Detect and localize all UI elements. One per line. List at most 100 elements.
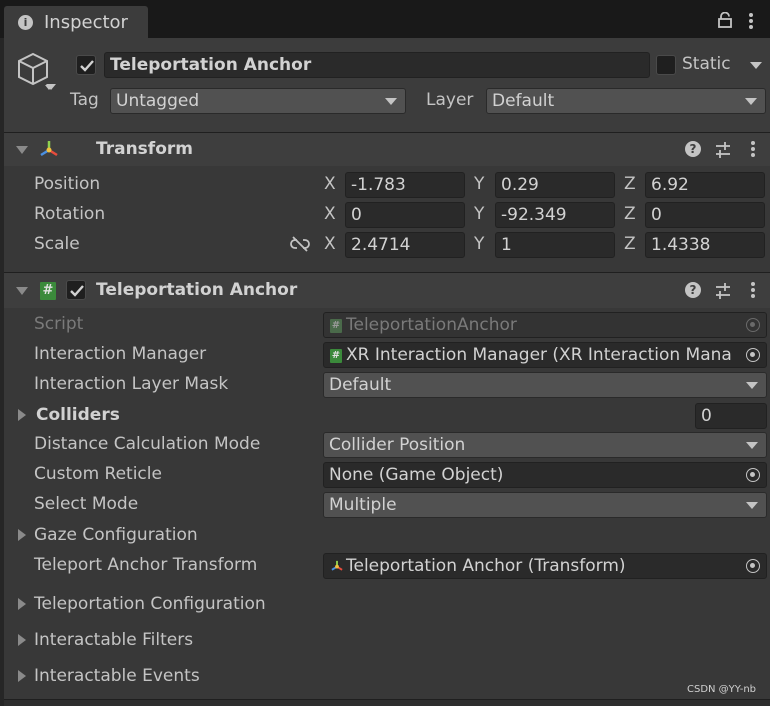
transform-title: Transform [96,139,193,159]
axis-x-label[interactable]: X [324,174,336,194]
custom-reticle-field[interactable]: None (Game Object) [323,462,767,488]
gaze-configuration-label[interactable]: Gaze Configuration [34,525,198,545]
script-value: TeleportationAnchor [346,315,517,335]
teleport-config-label[interactable]: Teleportation Configuration [34,594,266,614]
layer-label: Layer [426,90,474,110]
position-y-field[interactable]: 0.29 [495,172,615,198]
lock-icon[interactable] [718,12,732,28]
custom-reticle-label: Custom Reticle [34,464,162,484]
layer-mask-value: Default [329,375,392,395]
gaze-foldout-icon[interactable] [18,529,26,541]
help-icon[interactable]: ? [685,282,701,298]
static-dropdown-arrow[interactable] [750,62,762,69]
scale-label: Scale [34,234,80,254]
icon-dropdown-arrow[interactable] [46,84,56,90]
static-checkbox[interactable] [656,55,676,75]
foldout-arrow-icon[interactable] [16,146,28,154]
axis-x-label[interactable]: X [324,204,336,224]
help-icon[interactable]: ? [685,141,701,157]
object-picker-icon[interactable] [746,348,760,362]
scale-y-field[interactable]: 1 [495,232,615,258]
axis-y-label[interactable]: Y [474,204,484,224]
rotation-x-field[interactable]: 0 [345,202,465,228]
presets-icon[interactable] [714,282,732,300]
tag-value: Untagged [116,91,200,111]
anchor-transform-value: Teleportation Anchor (Transform) [346,556,626,576]
axis-x-label[interactable]: X [324,234,336,254]
distance-mode-dropdown[interactable]: Collider Position [323,432,767,458]
scale-z-field[interactable]: 1.4338 [645,232,765,258]
script-field: # TeleportationAnchor [323,312,767,338]
watermark: CSDN @YY-nb [686,684,756,695]
axis-z-label[interactable]: Z [624,234,636,254]
distance-mode-label: Distance Calculation Mode [34,434,261,454]
axis-z-label[interactable]: Z [624,204,636,224]
chevron-down-icon [385,98,397,105]
static-label: Static [682,54,731,74]
transform-axis-icon [331,560,343,571]
script-icon: # [40,282,56,300]
active-checkbox[interactable] [76,55,96,75]
presets-icon[interactable] [714,141,732,159]
colliders-foldout-icon[interactable] [18,409,26,421]
interactable-events-label[interactable]: Interactable Events [34,666,200,686]
rotation-z-field[interactable]: 0 [645,202,765,228]
object-picker-icon[interactable] [746,559,760,573]
kebab-menu-icon[interactable] [748,12,754,30]
teleport-config-foldout-icon[interactable] [18,598,26,610]
unlink-scale-icon[interactable] [290,236,310,252]
script-icon: # [330,349,342,363]
distance-mode-value: Collider Position [329,435,466,455]
interaction-manager-field[interactable]: # XR Interaction Manager (XR Interaction… [323,342,767,368]
select-mode-value: Multiple [329,495,397,515]
gameobject-cube-icon[interactable] [16,52,50,92]
foldout-arrow-icon[interactable] [16,287,28,295]
kebab-menu-icon[interactable] [750,140,756,158]
chevron-down-icon [745,98,757,105]
object-picker-icon[interactable] [746,468,760,482]
axis-y-label[interactable]: Y [474,174,484,194]
chevron-down-icon [746,442,758,449]
object-picker-icon [746,318,760,332]
layer-value: Default [492,91,555,111]
axis-z-label[interactable]: Z [624,174,636,194]
colliders-label[interactable]: Colliders [36,405,120,425]
layer-mask-dropdown[interactable]: Default [323,372,767,398]
colliders-count-field[interactable]: 0 [695,403,767,429]
tab-inspector-label: Inspector [44,12,128,33]
kebab-menu-icon[interactable] [750,281,756,299]
position-label: Position [34,174,101,194]
select-mode-dropdown[interactable]: Multiple [323,492,767,518]
rotation-y-field[interactable]: -92.349 [495,202,615,228]
transform-header[interactable]: Transform ? [4,132,770,166]
custom-reticle-value: None (Game Object) [329,465,504,485]
interaction-manager-value: XR Interaction Manager (XR Interaction M… [346,345,732,365]
select-mode-label: Select Mode [34,494,139,514]
teleportation-anchor-header[interactable]: # Teleportation Anchor ? [4,272,770,308]
scale-x-field[interactable]: 2.4714 [345,232,465,258]
script-icon: # [330,319,342,333]
chevron-down-icon [746,382,758,389]
component-title: Teleportation Anchor [96,280,298,300]
bottom-divider [4,699,770,706]
layer-dropdown[interactable]: Default [486,88,766,114]
interactable-filters-label[interactable]: Interactable Filters [34,630,193,650]
tab-inspector[interactable]: i Inspector [4,6,148,39]
axis-y-label[interactable]: Y [474,234,484,254]
script-label: Script [34,314,84,334]
events-foldout-icon[interactable] [18,670,26,682]
object-name-field[interactable]: Teleportation Anchor [104,52,650,78]
rotation-label: Rotation [34,204,106,224]
interaction-manager-label: Interaction Manager [34,344,207,364]
tag-dropdown[interactable]: Untagged [110,88,406,114]
info-icon: i [18,15,33,30]
anchor-transform-field[interactable]: Teleportation Anchor (Transform) [323,553,767,579]
component-enabled-checkbox[interactable] [66,280,86,300]
position-z-field[interactable]: 6.92 [645,172,765,198]
position-x-field[interactable]: -1.783 [345,172,465,198]
transform-axis-icon [40,141,58,157]
tag-label: Tag [70,90,99,110]
layer-mask-label: Interaction Layer Mask [34,374,229,394]
filters-foldout-icon[interactable] [18,634,26,646]
anchor-transform-label: Teleport Anchor Transform [34,555,258,575]
